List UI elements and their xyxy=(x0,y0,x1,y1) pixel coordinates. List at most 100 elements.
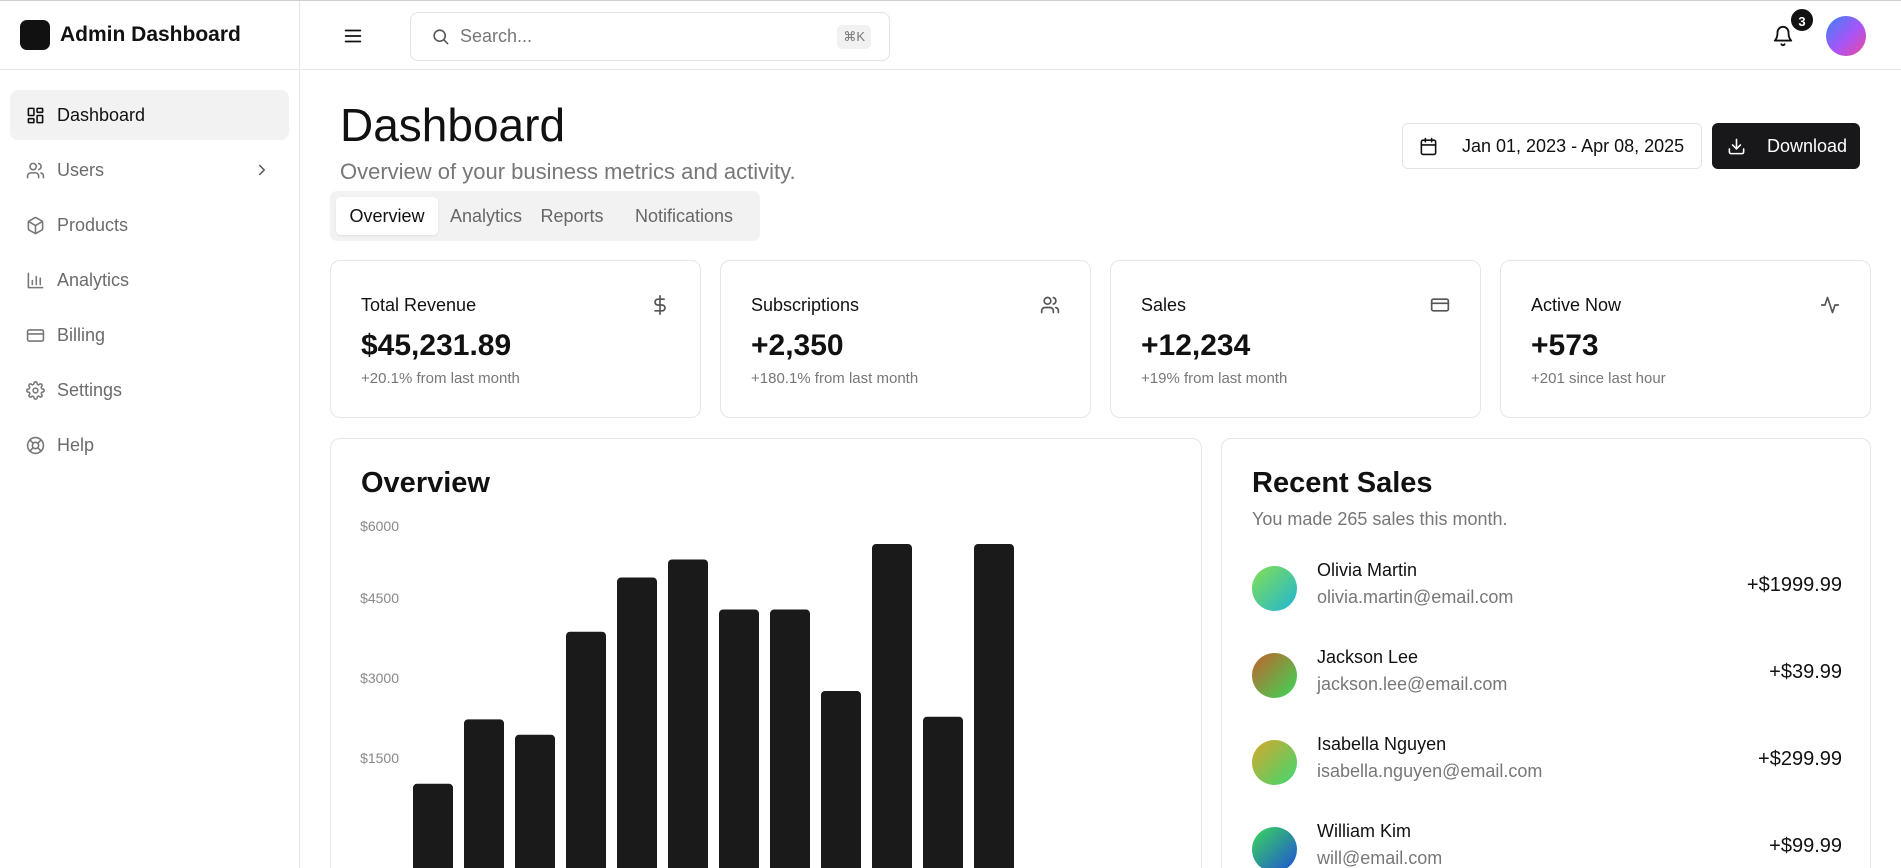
download-label: Download xyxy=(1767,135,1848,156)
chart-bar[interactable] xyxy=(770,609,810,868)
chart-bar[interactable] xyxy=(821,690,861,868)
chart-bar[interactable] xyxy=(566,631,606,868)
sidebar-item-label: Settings xyxy=(57,379,123,400)
customer-email: jackson.lee@email.com xyxy=(1317,674,1508,694)
customer-name: Jackson Lee xyxy=(1317,647,1419,667)
sidebar-item-settings[interactable]: Settings xyxy=(10,365,289,415)
sale-row[interactable]: Olivia Martin olivia.martin@email.com +$… xyxy=(1252,560,1842,620)
activity-icon xyxy=(1820,296,1840,314)
chart-bar[interactable] xyxy=(974,544,1014,868)
avatar xyxy=(1252,653,1297,698)
stat-value: +12,234 xyxy=(1141,329,1251,362)
app-logo-icon xyxy=(20,20,50,50)
chart-bar[interactable] xyxy=(872,544,912,868)
search-box[interactable]: ⌘K xyxy=(410,12,890,61)
date-range-label: Jan 01, 2023 - Apr 08, 2025 xyxy=(1462,135,1685,156)
bar-chart-icon xyxy=(27,272,44,288)
gear-icon xyxy=(26,380,45,400)
overview-card: Overview $6000 $4500 $3000 $1500 xyxy=(330,438,1202,868)
customer-email: will@email.com xyxy=(1317,848,1443,868)
sidebar-nav: Dashboard Users Products Analytics Billi… xyxy=(0,70,299,495)
stat-delta: +180.1% from last month xyxy=(751,370,919,387)
stat-card-revenue: Total Revenue $45,231.89 +20.1% from las… xyxy=(330,260,701,418)
tab-analytics[interactable]: Analytics xyxy=(442,197,530,235)
page-title: Dashboard xyxy=(340,99,566,151)
dollar-icon xyxy=(654,295,666,315)
stat-card-sales: Sales +12,234 +19% from last month xyxy=(1110,260,1481,418)
sale-row[interactable]: Isabella Nguyen isabella.nguyen@email.co… xyxy=(1252,734,1842,794)
chart-bar[interactable] xyxy=(719,609,759,868)
stat-value: $45,231.89 xyxy=(361,329,512,362)
sidebar-item-label: Analytics xyxy=(57,269,130,290)
bell-icon[interactable] xyxy=(1772,25,1794,47)
avatar xyxy=(1252,566,1297,611)
chart-bar[interactable] xyxy=(464,719,504,868)
users-icon xyxy=(26,162,45,178)
life-buoy-icon xyxy=(26,436,45,454)
brand[interactable]: Admin Dashboard xyxy=(0,1,299,70)
y-tick-label: $4500 xyxy=(360,590,399,606)
customer-email: olivia.martin@email.com xyxy=(1317,587,1514,607)
sidebar-item-label: Dashboard xyxy=(57,104,146,125)
sidebar-item-analytics[interactable]: Analytics xyxy=(10,255,289,305)
recent-sales-card: Recent Sales You made 265 sales this mon… xyxy=(1221,438,1871,868)
customer-name: Isabella Nguyen xyxy=(1317,734,1447,754)
sidebar-item-label: Products xyxy=(57,214,129,235)
stat-value: +2,350 xyxy=(751,329,844,362)
stat-title: Total Revenue xyxy=(361,295,477,315)
top-header: ⌘K 3 xyxy=(301,1,1901,70)
chart-bar[interactable] xyxy=(617,577,657,868)
tab-bar: Overview Analytics Reports Notifications xyxy=(330,191,760,241)
y-tick-label: $6000 xyxy=(360,518,399,534)
page-subtitle: Overview of your business metrics and ac… xyxy=(340,159,796,184)
sidebar-item-products[interactable]: Products xyxy=(10,200,289,250)
y-tick-label: $3000 xyxy=(360,670,399,686)
stat-delta: +19% from last month xyxy=(1141,370,1288,387)
sale-amount: +$299.99 xyxy=(1758,748,1842,770)
download-icon xyxy=(1728,138,1745,154)
chart-bar[interactable] xyxy=(923,716,963,868)
overview-bar-chart: $6000 $4500 $3000 $1500 xyxy=(360,518,1014,868)
sidebar-item-label: Billing xyxy=(57,324,106,345)
stat-title: Subscriptions xyxy=(751,295,860,315)
user-avatar[interactable] xyxy=(1826,16,1866,56)
customer-name: Olivia Martin xyxy=(1317,560,1418,580)
stat-delta: +201 since last hour xyxy=(1531,370,1666,387)
avatar xyxy=(1252,740,1297,785)
credit-card-icon xyxy=(1430,298,1450,312)
sidebar-item-users[interactable]: Users xyxy=(10,145,289,195)
sale-row[interactable]: Jackson Lee jackson.lee@email.com +$39.9… xyxy=(1252,647,1842,707)
stat-value: +573 xyxy=(1531,329,1599,362)
chart-bar[interactable] xyxy=(668,559,708,868)
menu-icon[interactable] xyxy=(342,25,364,47)
sidebar: Admin Dashboard Dashboard Users Products… xyxy=(0,1,300,868)
tab-reports[interactable]: Reports xyxy=(534,197,610,235)
date-range-picker[interactable]: Jan 01, 2023 - Apr 08, 2025 xyxy=(1402,123,1702,169)
credit-card-icon xyxy=(26,328,45,342)
customer-email: isabella.nguyen@email.com xyxy=(1317,761,1543,781)
users-icon xyxy=(1040,296,1060,314)
sale-row[interactable]: William Kim will@email.com +$99.99 xyxy=(1252,821,1842,868)
search-input[interactable] xyxy=(460,26,820,47)
download-button[interactable]: Download xyxy=(1712,123,1860,169)
calendar-icon xyxy=(1420,137,1437,155)
chart-bar[interactable] xyxy=(515,734,555,868)
chart-bar[interactable] xyxy=(413,783,453,868)
sale-amount: +$1999.99 xyxy=(1746,574,1842,596)
chevron-right-icon xyxy=(259,164,265,176)
package-icon xyxy=(27,216,44,234)
sidebar-item-help[interactable]: Help xyxy=(10,420,289,470)
sidebar-item-billing[interactable]: Billing xyxy=(10,310,289,360)
sidebar-item-dashboard[interactable]: Dashboard xyxy=(10,90,289,140)
search-shortcut: ⌘K xyxy=(837,25,871,49)
recent-sales-title: Recent Sales xyxy=(1252,467,1433,499)
sidebar-item-label: Help xyxy=(57,434,95,455)
sale-amount: +$99.99 xyxy=(1769,835,1842,857)
tab-overview[interactable]: Overview xyxy=(336,197,438,235)
y-tick-label: $1500 xyxy=(360,750,399,766)
stat-delta: +20.1% from last month xyxy=(361,370,520,387)
layout-dashboard-icon xyxy=(27,107,44,123)
stat-title: Sales xyxy=(1141,295,1187,315)
stat-card-subscriptions: Subscriptions +2,350 +180.1% from last m… xyxy=(720,260,1091,418)
tab-notifications[interactable]: Notifications xyxy=(614,197,754,235)
